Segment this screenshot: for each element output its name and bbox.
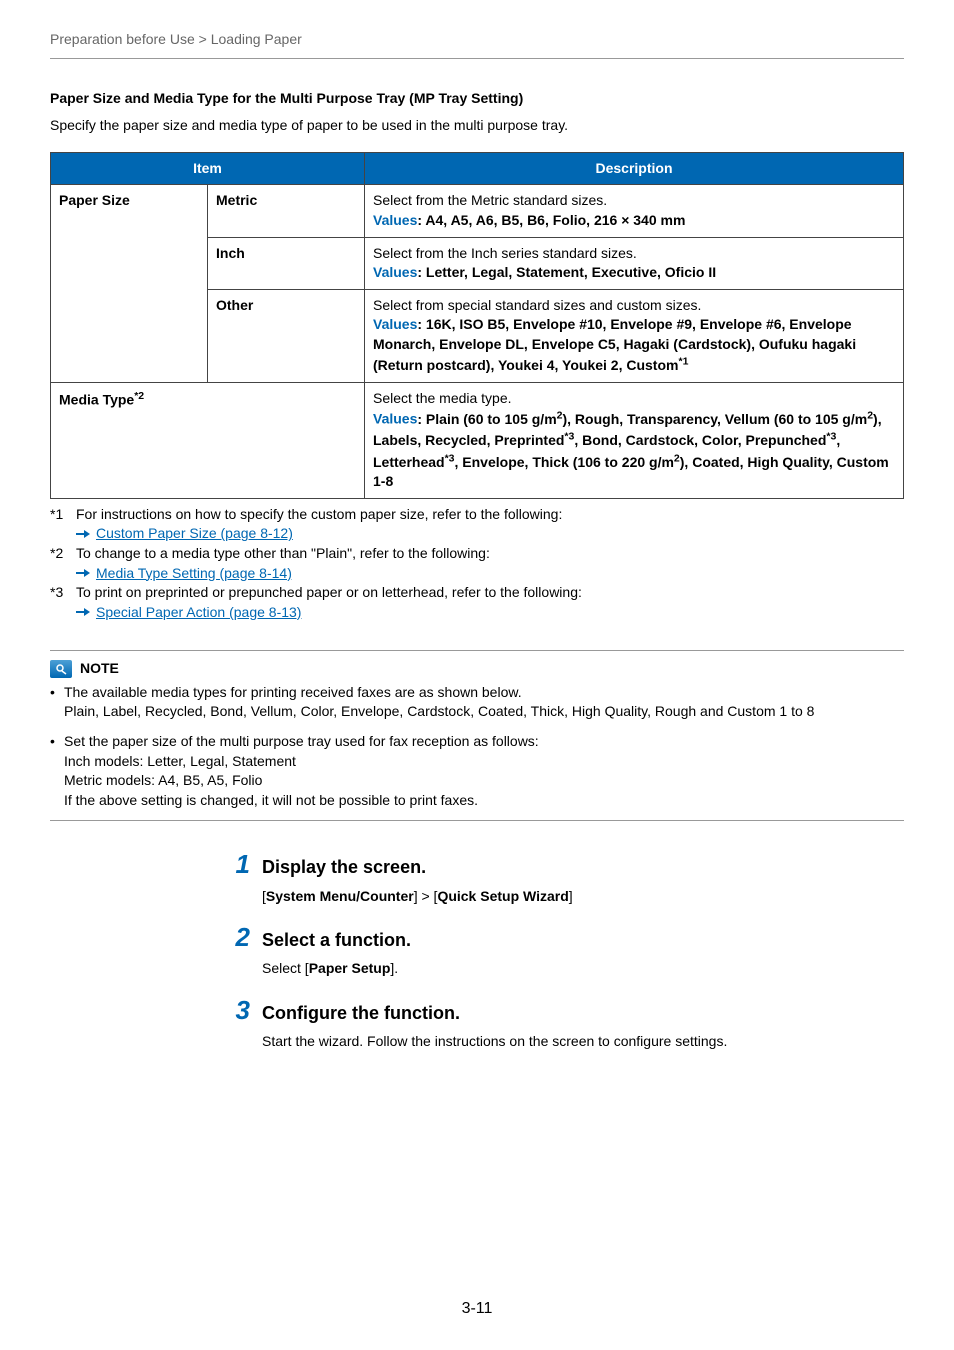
note-b1-line1: The available media types for printing r… [64, 683, 904, 703]
fn1-label: *1 [50, 505, 76, 525]
fn2-text: To change to a media type other than "Pl… [76, 544, 904, 564]
cell-inch: Inch [208, 237, 365, 289]
footnote-3: *3 To print on preprinted or prepunched … [50, 583, 904, 603]
fn1-text: For instructions on how to specify the c… [76, 505, 904, 525]
step-1-body: [System Menu/Counter] > [Quick Setup Wiz… [262, 887, 904, 907]
inch-values: Values: Letter, Legal, Statement, Execut… [373, 263, 895, 283]
note-bullet-1: • The available media types for printing… [50, 683, 904, 722]
step-1: 1 Display the screen. [System Menu/Count… [210, 851, 904, 906]
note-b2-line2: Inch models: Letter, Legal, Statement [64, 752, 904, 772]
cell-media-type-desc: Select the media type. Values: Plain (60… [365, 382, 904, 498]
cell-other-desc: Select from special standard sizes and c… [365, 289, 904, 382]
note-bullet-2-body: Set the paper size of the multi purpose … [64, 732, 904, 810]
note-b2-line1: Set the paper size of the multi purpose … [64, 732, 904, 752]
fn2-link-row: Media Type Setting (page 8-14) [76, 564, 904, 584]
step-3-body: Start the wizard. Follow the instruction… [262, 1032, 904, 1052]
th-item: Item [51, 152, 365, 185]
cell-media-type: Media Type*2 [51, 382, 365, 498]
th-description: Description [365, 152, 904, 185]
fn1-link-row: Custom Paper Size (page 8-12) [76, 524, 904, 544]
bullet-icon: • [50, 732, 64, 810]
step-3-number: 3 [210, 997, 262, 1023]
footnote-1: *1 For instructions on how to specify th… [50, 505, 904, 525]
link-special-paper-action[interactable]: Special Paper Action (page 8-13) [96, 603, 301, 623]
step-3-title: Configure the function. [262, 1001, 460, 1026]
arrow-right-icon [76, 606, 90, 618]
values-label: Values [373, 212, 417, 228]
cell-metric: Metric [208, 185, 365, 237]
step-2-number: 2 [210, 924, 262, 950]
note-box: NOTE • The available media types for pri… [50, 650, 904, 821]
step-1-title: Display the screen. [262, 855, 426, 880]
other-values-text: : 16K, ISO B5, Envelope #10, Envelope #9… [373, 316, 856, 373]
bullet-icon: • [50, 683, 64, 722]
note-icon [50, 660, 72, 678]
cell-paper-size: Paper Size [51, 185, 208, 382]
media-type-desc-text: Select the media type. [373, 389, 895, 409]
row-media-type: Media Type*2 Select the media type. Valu… [51, 382, 904, 498]
fn3-label: *3 [50, 583, 76, 603]
note-b1-line2: Plain, Label, Recycled, Bond, Vellum, Co… [64, 702, 904, 722]
link-custom-paper-size[interactable]: Custom Paper Size (page 8-12) [96, 524, 293, 544]
note-header: NOTE [50, 659, 904, 679]
values-label: Values [373, 411, 417, 427]
arrow-right-icon [76, 567, 90, 579]
arrow-right-icon [76, 528, 90, 540]
step-1-number: 1 [210, 851, 262, 877]
note-bullet-2: • Set the paper size of the multi purpos… [50, 732, 904, 810]
other-values: Values: 16K, ISO B5, Envelope #10, Envel… [373, 315, 895, 375]
note-b2-line3: Metric models: A4, B5, A5, Folio [64, 771, 904, 791]
metric-values: Values: A4, A5, A6, B5, B6, Folio, 216 ×… [373, 211, 895, 231]
steps-list: 1 Display the screen. [System Menu/Count… [210, 851, 904, 1051]
cell-inch-desc: Select from the Inch series standard siz… [365, 237, 904, 289]
step-2-title: Select a function. [262, 928, 411, 953]
values-label: Values [373, 316, 417, 332]
fn2-label: *2 [50, 544, 76, 564]
step-2-body: Select [Paper Setup]. [262, 959, 904, 979]
inch-values-text: : Letter, Legal, Statement, Executive, O… [417, 264, 716, 280]
metric-desc-text: Select from the Metric standard sizes. [373, 191, 895, 211]
step-2: 2 Select a function. Select [Paper Setup… [210, 924, 904, 979]
step-3: 3 Configure the function. Start the wiza… [210, 997, 904, 1052]
row-paper-size-metric: Paper Size Metric Select from the Metric… [51, 185, 904, 237]
link-media-type-setting[interactable]: Media Type Setting (page 8-14) [96, 564, 292, 584]
media-type-values: Values: Plain (60 to 105 g/m2), Rough, T… [373, 408, 895, 491]
note-bullet-1-body: The available media types for printing r… [64, 683, 904, 722]
media-type-values-text: : Plain (60 to 105 g/m2), Rough, Transpa… [373, 411, 889, 489]
inch-desc-text: Select from the Inch series standard siz… [373, 244, 895, 264]
note-b2-line4: If the above setting is changed, it will… [64, 791, 904, 811]
fn3-text: To print on preprinted or prepunched pap… [76, 583, 904, 603]
section-heading: Paper Size and Media Type for the Multi … [50, 89, 904, 109]
breadcrumb: Preparation before Use > Loading Paper [50, 30, 904, 59]
section-intro: Specify the paper size and media type of… [50, 116, 904, 136]
page-number: 3-11 [0, 1298, 954, 1320]
metric-values-text: : A4, A5, A6, B5, B6, Folio, 216 × 340 m… [417, 212, 685, 228]
values-label: Values [373, 264, 417, 280]
footnotes: *1 For instructions on how to specify th… [50, 505, 904, 623]
cell-metric-desc: Select from the Metric standard sizes. V… [365, 185, 904, 237]
note-label: NOTE [80, 659, 119, 679]
cell-other: Other [208, 289, 365, 382]
settings-table: Item Description Paper Size Metric Selec… [50, 152, 904, 499]
footnote-2: *2 To change to a media type other than … [50, 544, 904, 564]
other-desc-text: Select from special standard sizes and c… [373, 296, 895, 316]
fn3-link-row: Special Paper Action (page 8-13) [76, 603, 904, 623]
